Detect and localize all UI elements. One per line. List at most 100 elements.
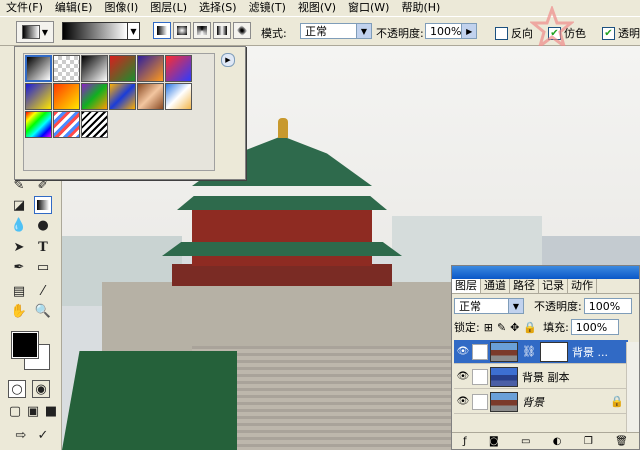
dodge-tool-icon[interactable]: ● [34, 216, 52, 234]
layer-row[interactable]: 👁 ⛓ 背景 ... [454, 340, 628, 364]
lock-move-icon[interactable]: ✥ [510, 321, 519, 334]
diamond-gradient-button[interactable] [233, 22, 251, 39]
opacity-field[interactable]: 100% ▶ [425, 23, 477, 39]
angle-gradient-button[interactable] [193, 22, 211, 39]
trash-icon[interactable]: 🗑 [615, 436, 628, 447]
layer-link-box[interactable] [472, 393, 488, 410]
gradient-swatch[interactable] [109, 55, 136, 82]
layer-name: 背景 ... [571, 345, 608, 359]
eye-icon[interactable]: 👁 [454, 371, 472, 382]
gradient-swatch[interactable] [25, 111, 52, 138]
chevron-down-icon: ▼ [41, 27, 49, 37]
gradient-swatch[interactable] [53, 83, 80, 110]
gradient-tool-icon[interactable] [34, 196, 52, 214]
radial-gradient-button[interactable] [173, 22, 191, 39]
notes-tool-icon[interactable]: ▤ [10, 282, 28, 300]
tab-layers[interactable]: 图层 [452, 279, 481, 293]
popup-scrollbar[interactable] [213, 53, 225, 169]
adjustment-layer-icon[interactable]: ◐ [553, 436, 562, 447]
layer-opacity-field[interactable]: 100% [583, 298, 632, 314]
eye-icon[interactable]: 👁 [454, 396, 472, 407]
eyedropper-tool-icon[interactable]: ⁄ [34, 282, 52, 300]
gradient-swatch[interactable] [137, 55, 164, 82]
gradient-picker[interactable]: ▼ [62, 22, 140, 40]
type-tool-icon[interactable]: T [34, 238, 52, 256]
layer-link-box[interactable] [472, 368, 488, 385]
checkbox-icon [495, 26, 508, 40]
gradient-preview[interactable] [63, 23, 127, 39]
blur-tool-icon[interactable]: 💧 [10, 216, 28, 234]
gradient-swatch[interactable] [165, 55, 192, 82]
menu-select[interactable]: 选择(S) [193, 0, 243, 16]
photo-roof [177, 196, 387, 210]
chevron-down-icon[interactable]: ▼ [127, 23, 139, 39]
menu-edit[interactable]: 编辑(E) [49, 0, 99, 16]
quick-mask-icon[interactable]: ◉ [32, 380, 50, 398]
lock-paint-icon[interactable]: ✎ [497, 321, 506, 334]
tab-channels[interactable]: 通道 [481, 279, 510, 293]
zoom-tool-icon[interactable]: 🔍 [34, 302, 52, 320]
layer-mask-thumbnail[interactable] [539, 341, 568, 362]
layer-row[interactable]: 👁 背景 🔒 [454, 390, 628, 414]
transparency-checkbox[interactable]: ✔ 透明 [602, 25, 640, 41]
reverse-checkbox[interactable]: 反向 [495, 25, 533, 41]
tab-history[interactable]: 记录 [539, 279, 568, 293]
menu-filter[interactable]: 滤镜(T) [243, 0, 292, 16]
layer-style-icon[interactable]: ƒ [463, 436, 467, 447]
star-icon [530, 6, 574, 50]
chain-icon: ⛓ [522, 345, 536, 358]
gradient-swatch[interactable] [137, 83, 164, 110]
eye-icon[interactable]: 👁 [454, 346, 472, 357]
lock-all-icon[interactable]: 🔒 [523, 321, 537, 334]
tool-preset-picker[interactable]: ▼ [16, 21, 54, 43]
screen-mode-standard-icon[interactable]: ▢ [6, 402, 24, 420]
gradient-swatch[interactable] [25, 83, 52, 110]
path-select-icon[interactable]: ➤ [10, 238, 28, 256]
lock-transparency-icon[interactable]: ⊞ [484, 321, 493, 334]
linear-gradient-button[interactable] [153, 22, 171, 39]
mode-value: 正常 [305, 25, 327, 38]
gradient-swatch[interactable] [25, 55, 52, 82]
tab-paths[interactable]: 路径 [510, 279, 539, 293]
gradient-swatch[interactable] [53, 55, 80, 82]
add-mask-icon[interactable]: ◙ [489, 436, 499, 447]
reflected-gradient-button[interactable] [213, 22, 231, 39]
standard-mode-icon[interactable]: ○ [8, 380, 26, 398]
gradient-swatch[interactable] [81, 111, 108, 138]
tab-actions[interactable]: 动作 [568, 279, 597, 293]
jump-to-imageready-icon[interactable]: ⇨ [12, 426, 30, 444]
gradient-preset-popup: ▶ [14, 46, 246, 180]
menu-help[interactable]: 帮助(H) [395, 0, 446, 16]
menu-view[interactable]: 视图(V) [292, 0, 342, 16]
pen-tool-icon[interactable]: ✒ [10, 258, 28, 276]
menu-window[interactable]: 窗口(W) [342, 0, 395, 16]
gradient-swatch[interactable] [53, 111, 80, 138]
fill-field[interactable]: 100% [570, 319, 619, 335]
eraser-tool-icon[interactable]: ◪ [10, 196, 28, 214]
menu-image[interactable]: 图像(I) [98, 0, 144, 16]
gradient-swatch[interactable] [81, 55, 108, 82]
mode-select[interactable]: 正常 ▼ [300, 23, 372, 39]
screen-mode-full-icon[interactable]: ■ [42, 402, 60, 420]
screen-mode-menu-icon[interactable]: ▣ [24, 402, 42, 420]
menu-layer[interactable]: 图层(L) [144, 0, 193, 16]
gradient-swatch[interactable] [81, 83, 108, 110]
popup-menu-button[interactable]: ▶ [221, 53, 235, 67]
new-group-icon[interactable]: ▭ [521, 436, 530, 447]
opacity-value: 100% [430, 24, 462, 38]
layers-scrollbar[interactable] [626, 342, 639, 432]
foreground-color-swatch[interactable] [11, 331, 39, 359]
blend-mode-select[interactable]: 正常 ▼ [454, 298, 524, 314]
gradient-swatch[interactable] [109, 83, 136, 110]
photo-spire [278, 118, 288, 138]
menu-file[interactable]: 文件(F) [0, 0, 49, 16]
gradient-swatch[interactable] [165, 83, 192, 110]
layer-row[interactable]: 👁 背景 副本 [454, 365, 628, 389]
panel-title-bar[interactable] [452, 266, 639, 279]
rectangle-tool-icon[interactable]: ▭ [34, 258, 52, 276]
layer-link-box[interactable] [472, 343, 488, 360]
hand-tool-icon[interactable]: ✋ [10, 302, 28, 320]
edit-imageready-icon[interactable]: ✓ [34, 426, 52, 444]
transparency-label: 透明 [618, 27, 640, 40]
new-layer-icon[interactable]: ❐ [584, 436, 593, 447]
